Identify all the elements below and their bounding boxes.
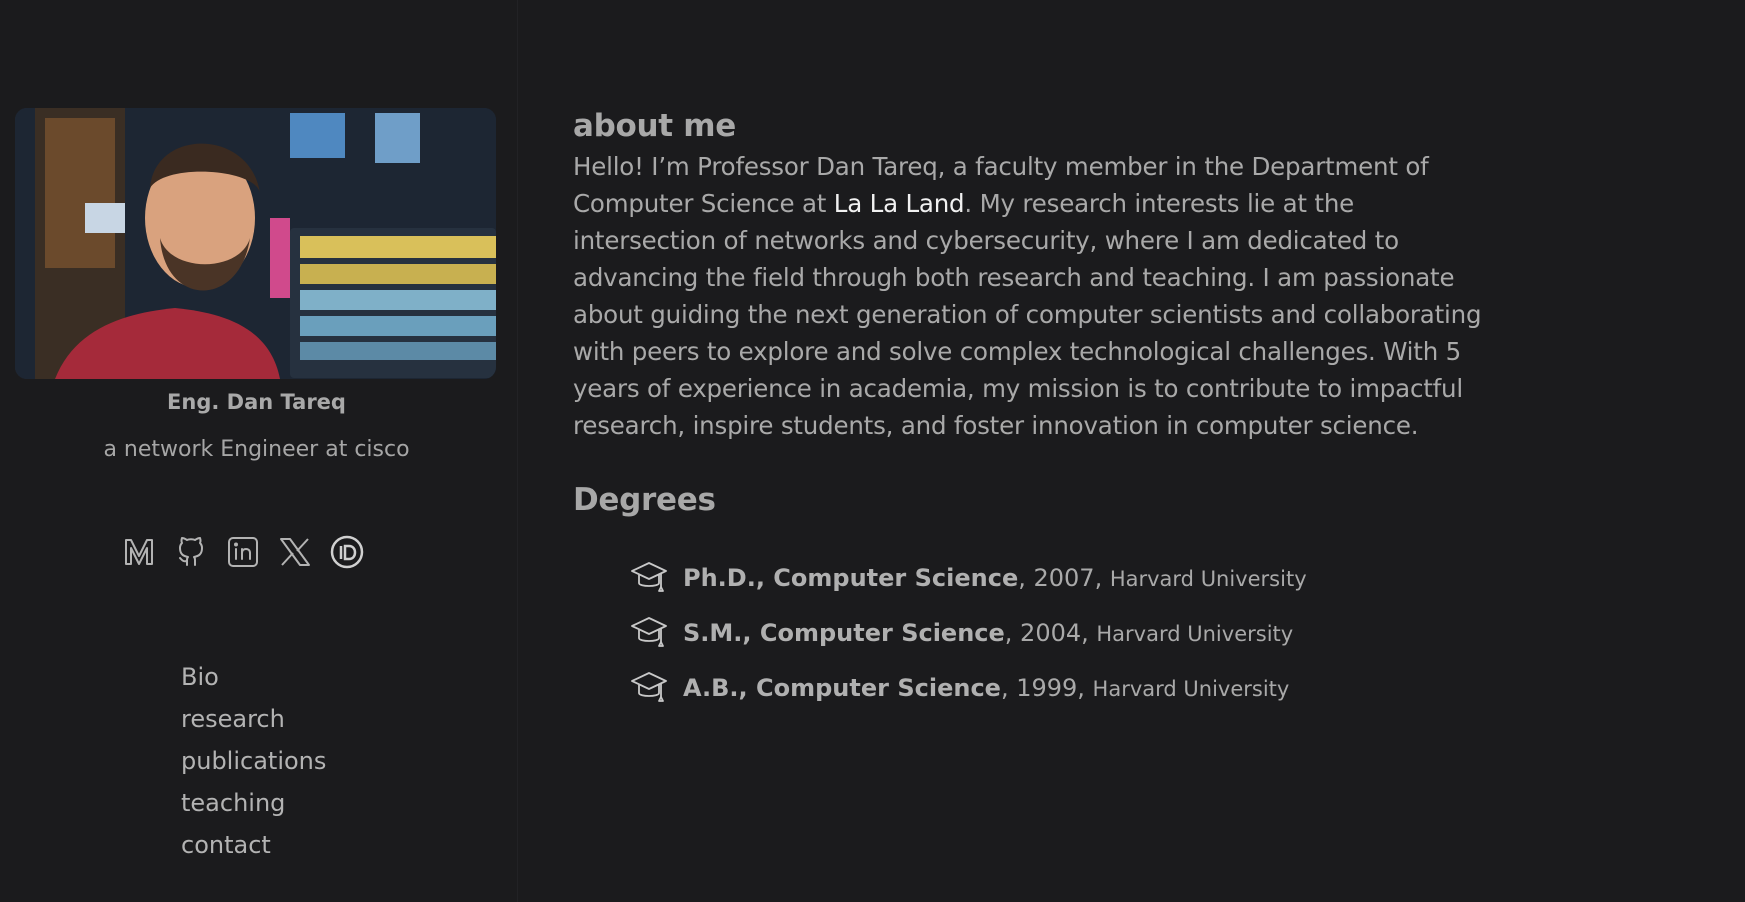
graduation-cap-icon xyxy=(631,671,667,702)
nav-item-publications[interactable]: publications xyxy=(181,740,326,782)
graduation-cap-icon xyxy=(631,561,667,592)
degree-item: Ph.D., Computer Science, 2007, Harvard U… xyxy=(629,550,1493,605)
main-content: about me Hello! I’m Professor Dan Tareq,… xyxy=(573,108,1493,715)
github-link[interactable] xyxy=(172,532,210,572)
x-link[interactable] xyxy=(276,532,314,572)
institution-link[interactable]: La La Land xyxy=(834,189,965,218)
social-links xyxy=(120,532,366,572)
about-text: Hello! I’m Professor Dan Tareq, a facult… xyxy=(573,148,1493,444)
medium-link[interactable] xyxy=(120,532,158,572)
degree-year: , 2007, xyxy=(1018,563,1110,592)
degree-name: S.M., Computer Science xyxy=(683,618,1005,647)
profile-name: Eng. Dan Tareq xyxy=(167,390,346,414)
about-title: about me xyxy=(573,108,737,144)
orcid-link[interactable] xyxy=(328,532,366,572)
profile-photo xyxy=(15,108,496,379)
nav-item-bio[interactable]: Bio xyxy=(181,656,326,698)
degrees-title: Degrees xyxy=(573,482,716,518)
linkedin-icon xyxy=(228,537,258,567)
degree-name: Ph.D., Computer Science xyxy=(683,563,1019,592)
x-icon xyxy=(280,538,310,566)
degree-school: Harvard University xyxy=(1092,676,1290,701)
degree-school: Harvard University xyxy=(1109,566,1307,591)
linkedin-link[interactable] xyxy=(224,532,262,572)
nav-item-teaching[interactable]: teaching xyxy=(181,782,326,824)
degree-item: S.M., Computer Science, 2004, Harvard Un… xyxy=(629,605,1493,660)
nav-item-research[interactable]: research xyxy=(181,698,326,740)
orcid-icon xyxy=(330,535,364,569)
degree-item: A.B., Computer Science, 1999, Harvard Un… xyxy=(629,660,1493,715)
degree-list: Ph.D., Computer Science, 2007, Harvard U… xyxy=(573,550,1493,715)
degree-year: , 1999, xyxy=(1000,673,1093,702)
about-text-end: . My research interests lie at the inter… xyxy=(573,189,1482,440)
degree-name: A.B., Computer Science xyxy=(683,673,1001,702)
degree-year: , 2004, xyxy=(1004,618,1097,647)
degree-school: Harvard University xyxy=(1096,621,1294,646)
sidebar-nav: Bio research publications teaching conta… xyxy=(181,656,326,866)
graduation-cap-icon xyxy=(631,616,667,647)
medium-icon xyxy=(125,539,153,565)
profile-role: a network Engineer at cisco xyxy=(103,437,410,462)
nav-item-contact[interactable]: contact xyxy=(181,824,326,866)
sidebar: Eng. Dan Tareq a network Engineer at cis… xyxy=(0,0,518,902)
github-icon xyxy=(179,537,203,566)
